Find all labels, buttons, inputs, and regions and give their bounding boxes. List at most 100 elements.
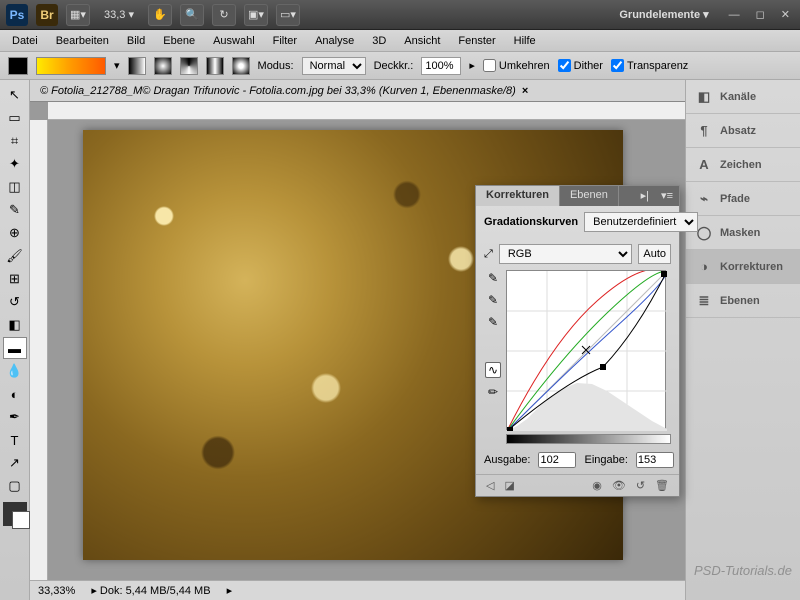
status-doc[interactable]: ▸ Dok: 5,44 MB/5,44 MB — [91, 584, 210, 597]
dither-checkbox[interactable]: Dither — [558, 59, 603, 72]
menu-auswahl[interactable]: Auswahl — [205, 32, 263, 50]
expand-icon[interactable]: ◪ — [504, 479, 514, 492]
panel-expand-icon[interactable]: ▸| — [635, 186, 655, 206]
curves-panel[interactable]: Korrekturen Ebenen ▸| ▾≡ Gradationskurve… — [475, 185, 680, 497]
close-icon[interactable]: ✕ — [777, 8, 794, 21]
menu-bild[interactable]: Bild — [119, 32, 153, 50]
panel-korrekturen[interactable]: ◑Korrekturen — [686, 250, 800, 284]
gradient-reflected-icon[interactable] — [206, 57, 224, 75]
eyedropper-tool-icon[interactable]: ✎ — [3, 199, 27, 221]
gradient-radial-icon[interactable] — [154, 57, 172, 75]
curves-graph[interactable] — [506, 270, 666, 430]
gradient-linear-icon[interactable] — [128, 57, 146, 75]
clip-icon[interactable]: ◉ — [592, 479, 602, 492]
hand-icon[interactable]: ✋ — [148, 4, 172, 26]
masks-icon: ◯ — [696, 225, 712, 241]
brush-tool-icon[interactable]: 🖌 — [3, 245, 27, 267]
opacity-input[interactable] — [421, 57, 461, 75]
maximize-icon[interactable]: ◻ — [752, 8, 769, 21]
curves-channel-select[interactable]: RGB — [499, 244, 633, 264]
document-tab[interactable]: © Fotolia_212788_M© Dragan Trifunovic - … — [30, 80, 685, 102]
eyedropper-black-icon[interactable]: ✎ — [485, 270, 501, 286]
heal-tool-icon[interactable]: ⊕ — [3, 222, 27, 244]
gradient-preview[interactable] — [36, 57, 106, 75]
panel-ebenen[interactable]: ≣Ebenen — [686, 284, 800, 318]
tool-preset-icon[interactable] — [8, 57, 28, 75]
curve-point-tool-icon[interactable]: ∿ — [485, 362, 501, 378]
curves-preset-select[interactable]: Benutzerdefiniert — [584, 212, 698, 232]
menu-filter[interactable]: Filter — [265, 32, 305, 50]
tab-korrekturen[interactable]: Korrekturen — [476, 186, 560, 206]
launch-menu-icon[interactable]: ▦▾ — [66, 4, 90, 26]
menu-analyse[interactable]: Analyse — [307, 32, 362, 50]
chevron-down-icon[interactable]: ▸ — [469, 59, 475, 72]
fg-bg-colors[interactable] — [3, 502, 27, 526]
move-tool-icon[interactable]: ↖ — [3, 84, 27, 106]
gradient-tool-icon[interactable]: ▬ — [3, 337, 27, 359]
eraser-tool-icon[interactable]: ◧ — [3, 314, 27, 336]
reset-icon[interactable]: ↺ — [636, 479, 645, 492]
marquee-tool-icon[interactable]: ▭ — [3, 107, 27, 129]
chevron-down-icon[interactable]: ▾ — [114, 59, 120, 72]
input-gradient-strip — [506, 434, 671, 444]
type-tool-icon[interactable]: T — [3, 429, 27, 451]
photoshop-icon[interactable]: Ps — [6, 4, 28, 26]
tab-ebenen[interactable]: Ebenen — [560, 186, 619, 206]
mode-select[interactable]: Normal — [302, 57, 366, 75]
curves-finger-icon[interactable]: ⤢ — [484, 248, 493, 261]
menu-3d[interactable]: 3D — [364, 32, 394, 50]
panel-kanaele[interactable]: ◧Kanäle — [686, 80, 800, 114]
lasso-tool-icon[interactable]: ⌗ — [3, 130, 27, 152]
ruler-vertical[interactable] — [30, 120, 48, 580]
back-icon[interactable]: ◁ — [486, 479, 494, 492]
panel-pfade[interactable]: ⌁Pfade — [686, 182, 800, 216]
tab-close-icon[interactable]: × — [522, 85, 528, 97]
gradient-angle-icon[interactable] — [180, 57, 198, 75]
curve-pencil-tool-icon[interactable]: ✏ — [485, 384, 501, 400]
workspace-switcher[interactable]: Grundelemente ▾ — [611, 8, 716, 21]
stamp-tool-icon[interactable]: ⊞ — [3, 268, 27, 290]
input-input[interactable] — [636, 452, 674, 468]
transparency-checkbox[interactable]: Transparenz — [611, 59, 688, 72]
panel-absatz[interactable]: ¶Absatz — [686, 114, 800, 148]
panel-menu-icon[interactable]: ▾≡ — [655, 186, 679, 206]
auto-button[interactable]: Auto — [638, 244, 671, 264]
menu-hilfe[interactable]: Hilfe — [506, 32, 544, 50]
minimize-icon[interactable]: — — [725, 9, 744, 21]
menu-datei[interactable]: Datei — [4, 32, 46, 50]
visibility-icon[interactable]: 👁 — [612, 479, 626, 492]
path-tool-icon[interactable]: ↗ — [3, 452, 27, 474]
pen-tool-icon[interactable]: ✒ — [3, 406, 27, 428]
menu-bearbeiten[interactable]: Bearbeiten — [48, 32, 117, 50]
screenmode-icon[interactable]: ▭▾ — [276, 4, 300, 26]
menu-ebene[interactable]: Ebene — [155, 32, 203, 50]
crop-tool-icon[interactable]: ◫ — [3, 176, 27, 198]
zoom-level[interactable]: 33,3 ▾ — [98, 8, 140, 21]
eyedropper-white-icon[interactable]: ✎ — [485, 314, 501, 330]
panel-zeichen[interactable]: AZeichen — [686, 148, 800, 182]
eyedropper-gray-icon[interactable]: ✎ — [485, 292, 501, 308]
gradient-diamond-icon[interactable] — [232, 57, 250, 75]
reverse-checkbox[interactable]: Umkehren — [483, 59, 550, 72]
trash-icon[interactable]: 🗑 — [655, 479, 669, 492]
menubar: Datei Bearbeiten Bild Ebene Auswahl Filt… — [0, 30, 800, 52]
shape-tool-icon[interactable]: ▢ — [3, 475, 27, 497]
menu-ansicht[interactable]: Ansicht — [396, 32, 448, 50]
status-zoom[interactable]: 33,33% — [38, 585, 75, 597]
panels-dock: ◧Kanäle ¶Absatz AZeichen ⌁Pfade ◯Masken … — [685, 80, 800, 600]
bridge-icon[interactable]: Br — [36, 4, 58, 26]
menu-fenster[interactable]: Fenster — [450, 32, 503, 50]
blur-tool-icon[interactable]: 💧 — [3, 360, 27, 382]
zoom-icon[interactable]: 🔍 — [180, 4, 204, 26]
ruler-horizontal[interactable] — [48, 102, 685, 120]
wand-tool-icon[interactable]: ✦ — [3, 153, 27, 175]
arrange-icon[interactable]: ▣▾ — [244, 4, 268, 26]
history-brush-icon[interactable]: ↺ — [3, 291, 27, 313]
status-arrow-icon[interactable]: ▸ — [227, 584, 233, 597]
paths-icon: ⌁ — [696, 191, 712, 207]
output-input[interactable] — [538, 452, 576, 468]
panel-masken[interactable]: ◯Masken — [686, 216, 800, 250]
rotate-icon[interactable]: ↻ — [212, 4, 236, 26]
curves-footer: ◁ ◪ ◉ 👁 ↺ 🗑 — [476, 474, 679, 496]
dodge-tool-icon[interactable]: ◐ — [3, 383, 27, 405]
